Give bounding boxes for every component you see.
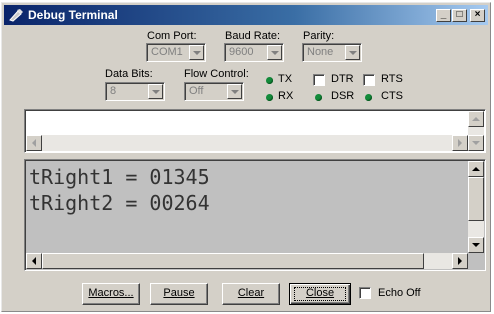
flow-control-value: Off bbox=[189, 85, 204, 97]
com-port-value: COM1 bbox=[151, 46, 183, 58]
scroll-left-button[interactable] bbox=[26, 253, 42, 269]
data-bits-label: Data Bits: bbox=[105, 68, 153, 80]
clear-button-label: Clear bbox=[237, 287, 265, 299]
data-bits-value: 8 bbox=[110, 85, 117, 97]
arrow-up-icon bbox=[472, 117, 480, 121]
receive-vertical-scrollbar[interactable] bbox=[468, 161, 484, 253]
scroll-right-button[interactable] bbox=[452, 135, 468, 151]
rx-led-icon bbox=[266, 94, 273, 101]
receive-horizontal-scrollbar[interactable] bbox=[26, 253, 468, 269]
echo-off-checkbox[interactable] bbox=[359, 287, 371, 299]
pause-button-label: Pause bbox=[163, 287, 195, 299]
rts-label: RTS bbox=[381, 73, 403, 85]
receive-line: tRight2 = 00264 bbox=[29, 191, 210, 215]
scroll-up-button[interactable] bbox=[468, 111, 484, 127]
debug-terminal-window: Debug Terminal _ □ × Com Port: COM1 Baud… bbox=[1, 2, 491, 312]
scroll-up-button[interactable] bbox=[468, 161, 484, 177]
rx-label: RX bbox=[278, 90, 294, 102]
cts-label: CTS bbox=[381, 90, 403, 102]
parity-select[interactable]: None bbox=[302, 43, 362, 62]
dsr-label: DSR bbox=[331, 90, 355, 102]
cts-led-icon bbox=[365, 94, 372, 101]
rts-checkbox[interactable] bbox=[363, 74, 375, 86]
receive-text: tRight1 = 01345 tRight2 = 00264 bbox=[29, 164, 210, 216]
scrollbar-thumb[interactable] bbox=[42, 253, 424, 269]
close-window-button[interactable]: × bbox=[470, 8, 485, 22]
close-button[interactable]: Close bbox=[289, 283, 351, 305]
baud-rate-value: 9600 bbox=[229, 46, 254, 58]
pause-button[interactable]: Pause bbox=[150, 283, 208, 305]
chevron-down-icon[interactable] bbox=[345, 45, 360, 60]
baud-rate-label: Baud Rate: bbox=[225, 30, 281, 42]
arrow-down-icon bbox=[472, 141, 480, 145]
tx-label: TX bbox=[278, 73, 293, 85]
com-port-select[interactable]: COM1 bbox=[146, 43, 206, 62]
parity-value: None bbox=[307, 46, 334, 58]
scroll-down-button[interactable] bbox=[468, 237, 484, 253]
title-bar[interactable]: Debug Terminal _ □ × bbox=[4, 5, 488, 25]
focus-rectangle bbox=[294, 287, 346, 301]
arrow-left-icon bbox=[32, 257, 36, 265]
arrow-left-icon bbox=[32, 139, 36, 147]
flow-control-select[interactable]: Off bbox=[184, 82, 244, 101]
dtr-label: DTR bbox=[331, 73, 354, 85]
arrow-down-icon bbox=[472, 243, 480, 247]
tx-led-icon bbox=[266, 77, 273, 84]
chevron-down-icon[interactable] bbox=[148, 84, 163, 99]
transmit-pane[interactable] bbox=[24, 109, 486, 153]
chevron-down-icon[interactable] bbox=[189, 45, 204, 60]
dtr-checkbox[interactable] bbox=[313, 74, 325, 86]
app-icon bbox=[9, 9, 23, 22]
dsr-led-icon bbox=[315, 94, 322, 101]
data-bits-select[interactable]: 8 bbox=[105, 82, 165, 101]
flow-control-label: Flow Control: bbox=[184, 68, 249, 80]
arrow-right-icon bbox=[458, 139, 462, 147]
chevron-down-icon[interactable] bbox=[267, 45, 282, 60]
maximize-button[interactable]: □ bbox=[452, 8, 467, 22]
chevron-down-icon[interactable] bbox=[227, 84, 242, 99]
macros-button[interactable]: Macros... bbox=[82, 283, 140, 305]
macros-button-label: Macros... bbox=[88, 287, 134, 299]
scroll-left-button[interactable] bbox=[26, 135, 42, 151]
receive-pane[interactable]: tRight1 = 01345 tRight2 = 00264 bbox=[24, 159, 486, 271]
arrow-right-icon bbox=[458, 257, 462, 265]
window-title: Debug Terminal bbox=[28, 8, 118, 22]
echo-off-label[interactable]: Echo Off bbox=[378, 287, 421, 299]
transmit-vertical-scrollbar[interactable] bbox=[468, 111, 484, 151]
scrollbar-thumb[interactable] bbox=[468, 177, 484, 221]
transmit-horizontal-scrollbar[interactable] bbox=[26, 135, 468, 151]
scroll-right-button[interactable] bbox=[452, 253, 468, 269]
baud-rate-select[interactable]: 9600 bbox=[224, 43, 284, 62]
arrow-up-icon bbox=[472, 167, 480, 171]
minimize-button[interactable]: _ bbox=[436, 8, 451, 22]
receive-line: tRight1 = 01345 bbox=[29, 165, 210, 189]
com-port-label: Com Port: bbox=[147, 30, 197, 42]
scroll-down-button[interactable] bbox=[468, 135, 484, 151]
clear-button[interactable]: Clear bbox=[222, 283, 280, 305]
parity-label: Parity: bbox=[303, 30, 335, 42]
